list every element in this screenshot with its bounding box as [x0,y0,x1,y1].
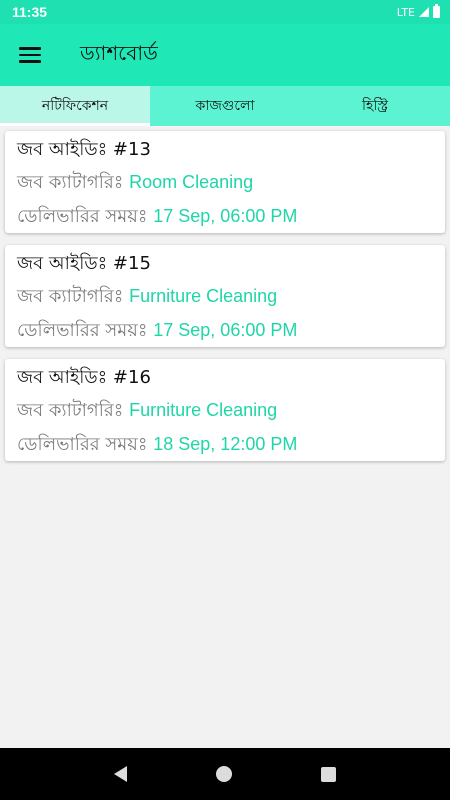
recents-icon[interactable] [320,766,336,782]
job-id: জব আইডিঃ #13 [17,139,151,160]
job-category-value: Room Cleaning [129,172,254,192]
job-category-row: জব ক্যাটাগরিঃ Furniture Cleaning [17,279,433,313]
job-delivery-value: 18 Sep, 12:00 PM [153,434,298,454]
hamburger-menu-icon[interactable] [0,24,60,86]
home-icon[interactable] [215,766,232,782]
job-delivery-label: ডেলিভারির সময়ঃ [17,320,148,341]
job-list: জব আইডিঃ #13 জব ক্যাটাগরিঃ Room Cleaning… [0,126,450,473]
app-bar: ড্যাশবোর্ড [0,24,450,86]
battery-icon [433,4,440,18]
job-category-value: Furniture Cleaning [129,286,278,306]
job-category-label: জব ক্যাটাগরিঃ [17,400,124,421]
job-delivery-label: ডেলিভারির সময়ঃ [17,434,148,455]
job-card[interactable]: জব আইডিঃ #13 জব ক্যাটাগরিঃ Room Cleaning… [5,131,445,233]
signal-icon [419,7,429,17]
menu-line [19,47,41,50]
tab-bar: নটিফিকেশন কাজগুলো হিস্ট্রি [0,86,450,126]
job-category-row: জব ক্যাটাগরিঃ Furniture Cleaning [17,393,433,427]
job-delivery-value: 17 Sep, 06:00 PM [153,320,298,340]
system-nav-bar [0,748,450,800]
job-card[interactable]: জব আইডিঃ #15 জব ক্যাটাগরিঃ Furniture Cle… [5,245,445,347]
job-id: জব আইডিঃ #16 [17,367,151,388]
network-type: LTE [396,5,415,19]
page-title: ড্যাশবোর্ড [80,40,158,65]
job-category-row: জব ক্যাটাগরিঃ Room Cleaning [17,165,433,199]
tab-history[interactable]: হিস্ট্রি [300,86,450,126]
job-delivery-row: ডেলিভারির সময়ঃ 17 Sep, 06:00 PM [17,199,433,233]
tab-notifications[interactable]: নটিফিকেশন [0,86,150,126]
job-delivery-label: ডেলিভারির সময়ঃ [17,206,148,227]
job-delivery-value: 17 Sep, 06:00 PM [153,206,298,226]
job-delivery-row: ডেলিভারির সময়ঃ 17 Sep, 06:00 PM [17,313,433,347]
status-icons: LTE [396,4,440,19]
menu-line [19,53,41,57]
job-card[interactable]: জব আইডিঃ #16 জব ক্যাটাগরিঃ Furniture Cle… [5,359,445,461]
tab-jobs[interactable]: কাজগুলো [150,86,300,126]
job-id: জব আইডিঃ #15 [17,253,151,274]
job-category-value: Furniture Cleaning [129,400,278,420]
job-category-label: জব ক্যাটাগরিঃ [17,286,124,307]
status-time: 11:35 [12,4,48,20]
status-bar: 11:35 LTE [0,0,450,24]
menu-line [19,60,41,63]
job-delivery-row: ডেলিভারির সময়ঃ 18 Sep, 12:00 PM [17,427,433,461]
back-icon[interactable] [114,766,128,782]
job-category-label: জব ক্যাটাগরিঃ [17,172,124,193]
